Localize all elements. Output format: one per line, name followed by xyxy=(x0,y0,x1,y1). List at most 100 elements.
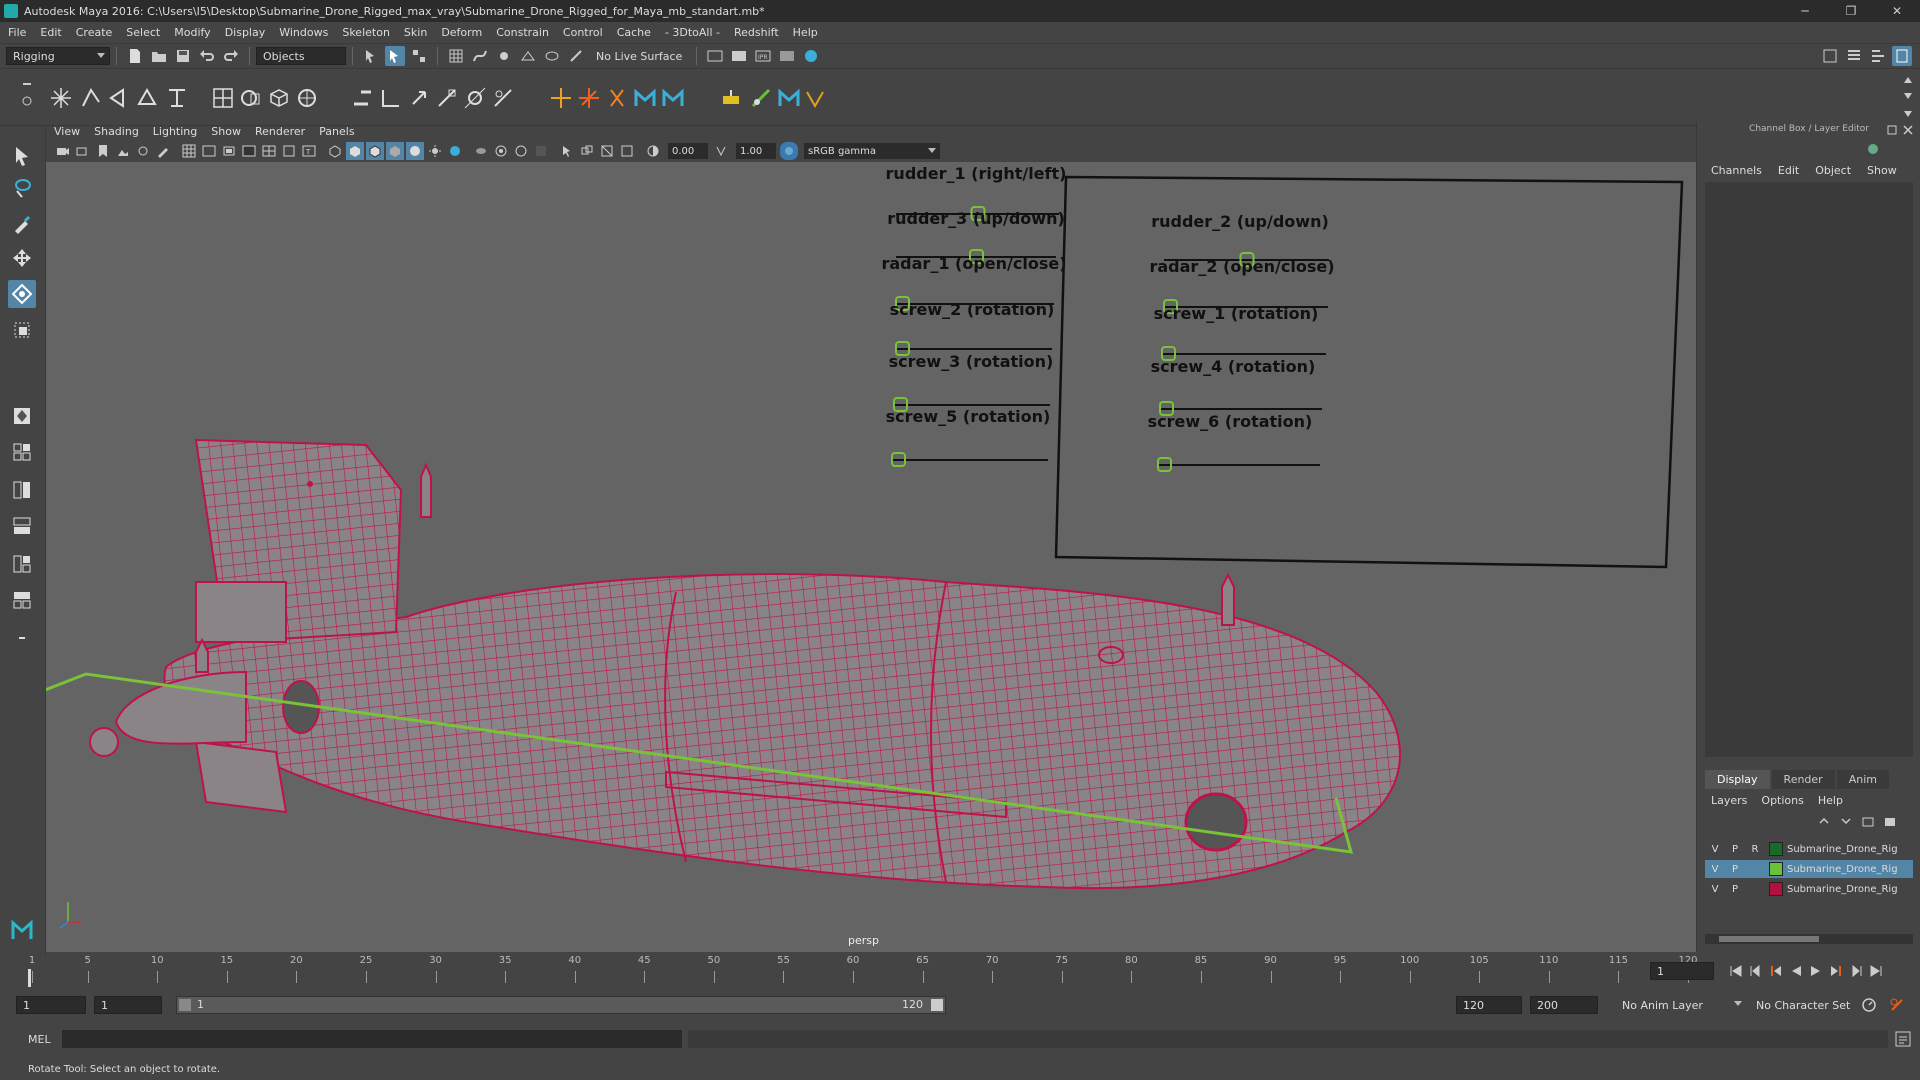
cb-show-menu[interactable]: Show xyxy=(1867,164,1897,177)
channel-box-options-icon[interactable] xyxy=(1866,142,1880,159)
parent-constraint-icon[interactable] xyxy=(350,85,376,111)
snap-view-plane-icon[interactable] xyxy=(518,46,538,66)
layout-outliner-icon[interactable] xyxy=(8,512,36,540)
anim-layer-dropdown[interactable]: No Anim Layer xyxy=(1616,996,1746,1014)
smooth-shading-icon[interactable] xyxy=(346,142,364,160)
camera-attributes-icon[interactable] xyxy=(74,142,92,160)
select-object-icon[interactable] xyxy=(385,46,405,66)
move-layer-up-icon[interactable] xyxy=(1817,814,1839,831)
hik-character-icon[interactable] xyxy=(632,85,658,111)
character-set-dropdown[interactable]: No Character Set xyxy=(1750,996,1866,1014)
textured-icon[interactable] xyxy=(386,142,404,160)
layout-single-icon[interactable] xyxy=(8,438,36,466)
ik-spline-icon[interactable] xyxy=(106,85,132,111)
render-settings-icon[interactable] xyxy=(777,46,797,66)
menu-create[interactable]: Create xyxy=(76,26,113,39)
layer-help-menu[interactable]: Help xyxy=(1818,794,1843,807)
menu-cache[interactable]: Cache xyxy=(617,26,651,39)
layer-name[interactable]: Submarine_Drone_Rig xyxy=(1787,864,1913,875)
render-view-icon[interactable] xyxy=(705,46,725,66)
layer-scrollbar-thumb[interactable] xyxy=(1719,936,1819,942)
play-forward-icon[interactable] xyxy=(1806,961,1826,981)
mocap-icon[interactable] xyxy=(776,85,802,111)
checkmark-script-icon[interactable] xyxy=(802,85,828,111)
menu-skeleton[interactable]: Skeleton xyxy=(342,26,390,39)
layout-two-panes-icon[interactable] xyxy=(8,476,36,504)
menu-skin[interactable]: Skin xyxy=(404,26,427,39)
lasso-tool-icon[interactable] xyxy=(8,174,36,202)
float-panel-icon[interactable] xyxy=(1886,124,1898,136)
wireframe-shading-icon[interactable] xyxy=(326,142,344,160)
menu-modify[interactable]: Modify xyxy=(174,26,210,39)
range-start-handle[interactable] xyxy=(179,999,191,1011)
gamma-icon[interactable] xyxy=(712,142,730,160)
tab-render[interactable]: Render xyxy=(1771,770,1835,789)
playback-end-field[interactable]: 120 xyxy=(1456,996,1522,1014)
wrap-deformer-icon[interactable] xyxy=(294,85,320,111)
rotate-tool-icon[interactable] xyxy=(8,280,36,308)
close-button[interactable]: ✕ xyxy=(1874,0,1920,22)
channels-menu[interactable]: Channels xyxy=(1711,164,1762,177)
resolution-gate-icon[interactable] xyxy=(220,142,238,160)
menu-3dtoall[interactable]: - 3DtoAll - xyxy=(665,26,720,39)
make-live-icon[interactable] xyxy=(566,46,586,66)
selection-mode-dropdown[interactable]: Objects xyxy=(256,47,346,65)
layer-visibility[interactable]: V xyxy=(1705,884,1725,895)
bind-skin-icon[interactable] xyxy=(134,85,160,111)
shelf-menu-icon[interactable] xyxy=(20,77,34,117)
restore-button[interactable]: ❐ xyxy=(1828,0,1874,22)
layer-row[interactable]: V P Submarine_Drone_Rig xyxy=(1705,880,1913,898)
locator-icon[interactable] xyxy=(548,85,574,111)
exposure-field[interactable]: 0.00 xyxy=(668,143,708,159)
new-layer-icon[interactable] xyxy=(1861,814,1883,831)
layer-color-swatch[interactable] xyxy=(1769,882,1783,896)
multisample-aa-icon[interactable] xyxy=(492,142,510,160)
command-input[interactable] xyxy=(62,1030,682,1048)
minimize-button[interactable]: ─ xyxy=(1782,0,1828,22)
panel-menu-view[interactable]: View xyxy=(54,125,80,138)
backface-culling-icon[interactable] xyxy=(618,142,636,160)
color-management-icon[interactable] xyxy=(780,142,798,160)
menu-help[interactable]: Help xyxy=(793,26,818,39)
field-chart-icon[interactable] xyxy=(260,142,278,160)
isolate-select-icon[interactable] xyxy=(532,142,550,160)
panel-menu-lighting[interactable]: Lighting xyxy=(153,125,197,138)
script-language-label[interactable]: MEL xyxy=(28,1033,51,1046)
hypershade-icon[interactable] xyxy=(801,46,821,66)
paint-select-tool-icon[interactable] xyxy=(8,210,36,238)
aim-constraint-icon[interactable] xyxy=(462,85,488,111)
attribute-editor-icon[interactable] xyxy=(1844,46,1864,66)
snap-surface-icon[interactable] xyxy=(542,46,562,66)
go-to-start-icon[interactable] xyxy=(1726,961,1746,981)
current-time-indicator[interactable] xyxy=(28,969,31,987)
exposure-icon[interactable] xyxy=(644,142,662,160)
xray-components-icon[interactable] xyxy=(598,142,616,160)
layers-menu[interactable]: Layers xyxy=(1711,794,1747,807)
character-controls-icon[interactable] xyxy=(748,85,774,111)
motion-blur-icon[interactable] xyxy=(472,142,490,160)
open-scene-icon[interactable] xyxy=(149,46,169,66)
channel-box-toggle-icon[interactable] xyxy=(1892,46,1912,66)
menu-windows[interactable]: Windows xyxy=(279,26,328,39)
gate-mask-icon[interactable] xyxy=(240,142,258,160)
camera-select-icon[interactable] xyxy=(54,142,72,160)
panel-menu-renderer[interactable]: Renderer xyxy=(255,125,305,138)
select-component-icon[interactable] xyxy=(409,46,429,66)
menu-select[interactable]: Select xyxy=(126,26,160,39)
scale-tool-icon[interactable] xyxy=(8,316,36,344)
menu-redshift[interactable]: Redshift xyxy=(734,26,779,39)
modeling-toolkit-icon[interactable] xyxy=(1820,46,1840,66)
safe-action-icon[interactable] xyxy=(280,142,298,160)
range-end-handle[interactable] xyxy=(931,999,943,1011)
blend-shape-icon[interactable] xyxy=(238,85,264,111)
save-scene-icon[interactable] xyxy=(173,46,193,66)
pole-vector-icon[interactable] xyxy=(490,85,516,111)
wireframe-on-shaded-icon[interactable] xyxy=(366,142,384,160)
layer-row[interactable]: V P Submarine_Drone_Rig xyxy=(1705,860,1913,878)
paint-weights-icon[interactable] xyxy=(164,85,190,111)
play-backward-icon[interactable] xyxy=(1786,961,1806,981)
channel-list-area[interactable] xyxy=(1705,182,1913,757)
xray-icon[interactable] xyxy=(558,142,576,160)
select-hierarchy-icon[interactable] xyxy=(361,46,381,66)
render-frame-icon[interactable] xyxy=(729,46,749,66)
